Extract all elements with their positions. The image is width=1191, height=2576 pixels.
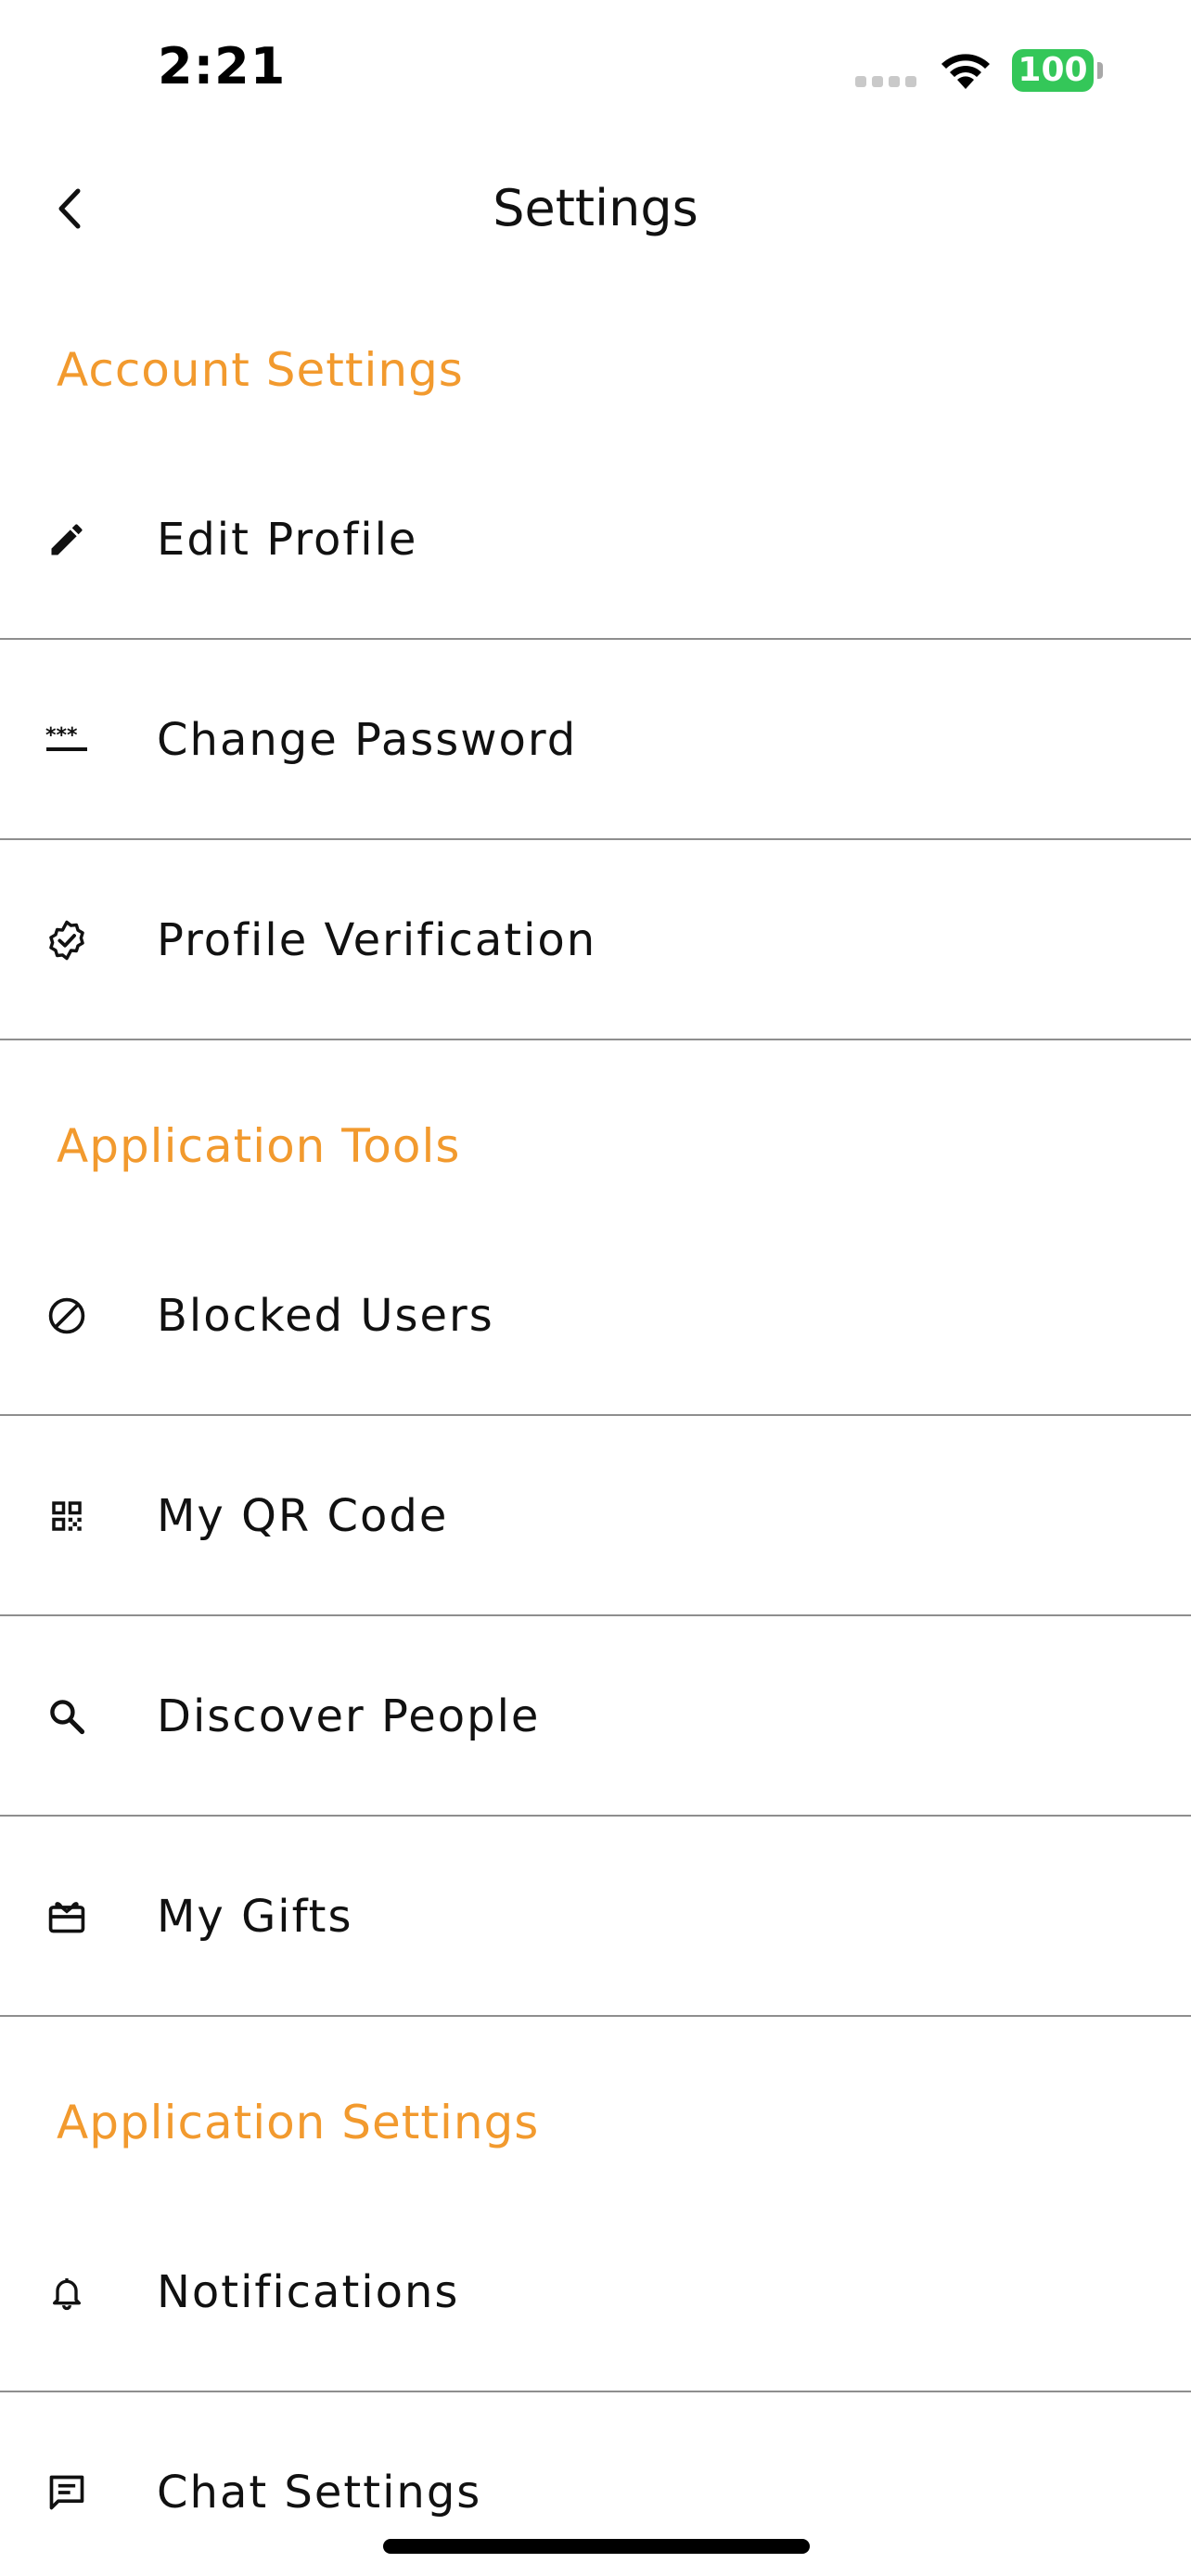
battery-tip bbox=[1097, 62, 1103, 79]
status-bar: 2:21 100 bbox=[0, 0, 1191, 139]
section-header-application-tools: Application Tools bbox=[57, 1119, 461, 1173]
settings-screen: 2:21 100 Settings Account Settings Edit … bbox=[0, 0, 1191, 2576]
settings-item-edit-profile[interactable]: Edit Profile bbox=[0, 440, 1191, 640]
settings-item-label: Edit Profile bbox=[157, 514, 418, 566]
bell-icon bbox=[43, 2268, 91, 2316]
password-icon: *** bbox=[43, 716, 91, 764]
settings-item-label: Profile Verification bbox=[157, 914, 597, 966]
qr-code-icon bbox=[43, 1492, 91, 1540]
settings-item-label: Discover People bbox=[157, 1690, 541, 1742]
settings-item-my-qr-code[interactable]: My QR Code bbox=[0, 1416, 1191, 1616]
section-header-application-settings: Application Settings bbox=[57, 2096, 540, 2149]
settings-item-change-password[interactable]: *** Change Password bbox=[0, 640, 1191, 840]
settings-item-label: Change Password bbox=[157, 714, 578, 766]
settings-item-label: Blocked Users bbox=[157, 1290, 494, 1342]
section-header-account-settings: Account Settings bbox=[57, 343, 464, 397]
gift-card-icon bbox=[43, 1893, 91, 1941]
settings-item-notifications[interactable]: Notifications bbox=[0, 2192, 1191, 2392]
settings-item-discover-people[interactable]: Discover People bbox=[0, 1616, 1191, 1817]
settings-item-blocked-users[interactable]: Blocked Users bbox=[0, 1216, 1191, 1416]
svg-text:***: *** bbox=[45, 724, 78, 747]
status-time: 2:21 bbox=[158, 37, 287, 96]
nav-bar: Settings bbox=[0, 139, 1191, 278]
settings-item-label: Notifications bbox=[157, 2266, 460, 2318]
settings-item-my-gifts[interactable]: My Gifts bbox=[0, 1817, 1191, 2017]
pencil-icon bbox=[43, 516, 91, 564]
home-indicator[interactable] bbox=[383, 2539, 810, 2554]
battery-indicator: 100 bbox=[1012, 49, 1094, 92]
cellular-signal-icon bbox=[855, 76, 916, 87]
page-title: Settings bbox=[493, 179, 698, 237]
verified-badge-icon bbox=[43, 916, 91, 964]
block-icon bbox=[43, 1292, 91, 1340]
settings-item-profile-verification[interactable]: Profile Verification bbox=[0, 840, 1191, 1040]
settings-item-label: My Gifts bbox=[157, 1891, 353, 1943]
wifi-icon bbox=[937, 48, 994, 91]
chat-icon bbox=[43, 2468, 91, 2517]
search-icon bbox=[43, 1692, 91, 1741]
settings-item-label: My QR Code bbox=[157, 1490, 449, 1542]
